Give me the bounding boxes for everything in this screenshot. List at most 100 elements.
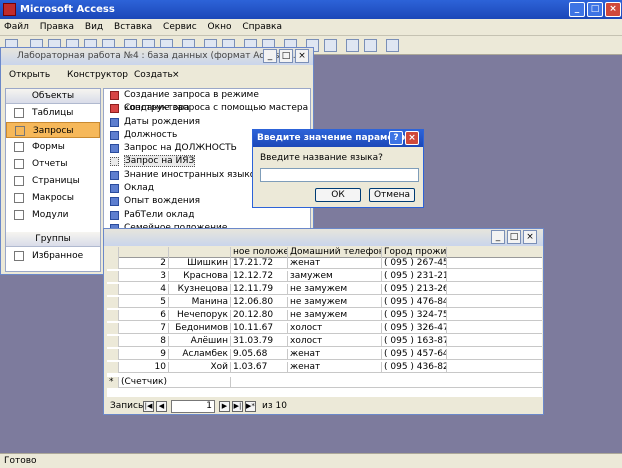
table-cell[interactable]: ( 095 ) 476-84-32 xyxy=(382,297,447,308)
table-cell[interactable]: Краснова xyxy=(169,271,231,282)
table-cell[interactable]: женат xyxy=(288,362,382,373)
row-selector[interactable] xyxy=(107,349,119,360)
table-cell[interactable]: 10.11.67 xyxy=(231,323,288,334)
minimize-button[interactable]: _ xyxy=(569,2,585,17)
last-record-button[interactable]: ▶| xyxy=(232,401,243,412)
table-cell[interactable]: холост xyxy=(288,336,382,347)
table-cell[interactable]: 20.12.80 xyxy=(231,310,288,321)
menu-window[interactable]: Окно xyxy=(204,20,236,34)
nav-queries[interactable]: Запросы xyxy=(6,122,100,138)
nav-tables[interactable]: Таблицы xyxy=(6,105,100,121)
table-cell[interactable]: 9 xyxy=(119,349,169,360)
table-cell[interactable]: 12.11.79 xyxy=(231,284,288,295)
table-cell[interactable]: 10 xyxy=(119,362,169,373)
nav-forms[interactable]: Формы xyxy=(6,139,100,155)
row-selector[interactable] xyxy=(107,362,119,373)
table-cell[interactable]: Нечепорук xyxy=(169,310,231,321)
query-item[interactable]: Даты рождения xyxy=(104,116,310,129)
table-cell[interactable]: ( 095 ) 213-26-97 xyxy=(382,284,447,295)
row-selector[interactable] xyxy=(107,323,119,334)
table-row[interactable]: 2Шишкин17.21.72женат( 095 ) 267-45-44 xyxy=(107,258,542,269)
table-row[interactable]: 4 Кузнецова 12.11.79 не замужем( 095 ) 213-… xyxy=(107,284,542,295)
table-cell[interactable]: 9.05.68 xyxy=(231,349,288,360)
table-cell[interactable]: 4 xyxy=(119,284,169,295)
row-selector[interactable] xyxy=(107,336,119,347)
menu-tools[interactable]: Сервис xyxy=(159,20,201,34)
column-header[interactable]: Город проживан xyxy=(382,247,447,258)
table-row[interactable]: 9Асламбек9.05.68женат( 095 ) 457-64-34 xyxy=(107,349,542,360)
menu-view[interactable]: Вид xyxy=(81,20,107,34)
table-row[interactable]: 6 Нечепорук 20.12.80 не замужем( 095 ) 324-… xyxy=(107,310,542,321)
close-icon[interactable]: × xyxy=(405,131,419,145)
table-cell[interactable]: 5 xyxy=(119,297,169,308)
delete-icon[interactable]: × xyxy=(172,70,180,80)
table-cell[interactable]: ( 095 ) 436-82-23 xyxy=(382,362,447,373)
table-cell[interactable]: ( 095 ) 231-21-78 xyxy=(382,271,447,282)
table-row[interactable]: 8Алёшин31.03.79холост( 095 ) 163-87-24 xyxy=(107,336,542,347)
table-cell[interactable]: ( 095 ) 324-75-62 xyxy=(382,310,447,321)
table-cell[interactable]: ( 095 ) 326-47-81 xyxy=(382,323,447,334)
table-cell[interactable]: 12.06.80 xyxy=(231,297,288,308)
table-maximize-button[interactable]: □ xyxy=(507,230,521,244)
nav-pages[interactable]: Страницы xyxy=(6,173,100,189)
table-cell[interactable]: Алёшин xyxy=(169,336,231,347)
table-cell[interactable]: Бедонимов xyxy=(169,323,231,334)
row-selector[interactable] xyxy=(107,258,119,269)
table-cell[interactable]: 2 xyxy=(119,258,169,269)
table-row[interactable]: 10Хой1.03.67женат( 095 ) 436-82-23 xyxy=(107,362,542,373)
query-item[interactable]: Создание запроса в режиме конструктора xyxy=(104,89,310,113)
database-window-icon[interactable] xyxy=(346,39,359,52)
table-cell[interactable]: не замужем xyxy=(288,284,382,295)
table-cell[interactable]: не замужем xyxy=(288,310,382,321)
record-number-input[interactable]: 1 xyxy=(171,400,215,413)
table-cell[interactable]: 6 xyxy=(119,310,169,321)
row-selector[interactable] xyxy=(107,297,119,308)
new-record-counter[interactable]: (Счетчик) xyxy=(119,377,231,388)
parameter-input[interactable] xyxy=(260,168,419,182)
nav-macros[interactable]: Макросы xyxy=(6,190,100,206)
new-record-row[interactable]: * (Счетчик) xyxy=(107,377,542,388)
column-header[interactable]: ное положение xyxy=(231,247,288,258)
new-record-button[interactable]: ▶* xyxy=(245,401,256,412)
delete-record-icon[interactable] xyxy=(324,39,337,52)
table-row[interactable]: 5Манина12.06.80не замужем( 095 ) 476-84-… xyxy=(107,297,542,308)
table-cell[interactable]: 17.21.72 xyxy=(231,258,288,269)
row-selector[interactable] xyxy=(107,284,119,295)
column-header[interactable] xyxy=(169,247,231,258)
menu-insert[interactable]: Вставка xyxy=(110,20,156,34)
table-cell[interactable]: ( 095 ) 267-45-44 xyxy=(382,258,447,269)
first-record-button[interactable]: |◀ xyxy=(143,401,154,412)
table-row[interactable]: 7Бедонимов10.11.67холост( 095 ) 326-47-8… xyxy=(107,323,542,334)
menu-edit[interactable]: Правка xyxy=(36,20,78,34)
nav-reports[interactable]: Отчеты xyxy=(6,156,100,172)
table-cell[interactable]: Шишкин xyxy=(169,258,231,269)
previous-record-button[interactable]: ◀ xyxy=(156,401,167,412)
table-cell[interactable]: не замужем xyxy=(288,297,382,308)
table-cell[interactable]: Асламбек xyxy=(169,349,231,360)
table-cell[interactable]: ( 095 ) 163-87-24 xyxy=(382,336,447,347)
db-close-button[interactable]: × xyxy=(295,49,309,63)
help-icon[interactable] xyxy=(386,39,399,52)
next-record-button[interactable]: ▶ xyxy=(219,401,230,412)
column-header[interactable] xyxy=(119,247,169,258)
open-button[interactable]: Открыть xyxy=(9,70,50,80)
table-cell[interactable]: 3 xyxy=(119,271,169,282)
cancel-button[interactable]: Отмена xyxy=(369,188,415,202)
table-cell[interactable]: Хой xyxy=(169,362,231,373)
create-button[interactable]: Создать xyxy=(134,70,173,80)
column-header[interactable] xyxy=(107,247,119,258)
table-cell[interactable]: Манина xyxy=(169,297,231,308)
table-minimize-button[interactable]: _ xyxy=(491,230,505,244)
design-button[interactable]: Конструктор xyxy=(67,70,128,80)
table-cell[interactable]: ( 095 ) 457-64-34 xyxy=(382,349,447,360)
table-row[interactable]: 3Краснова12.12.72замужем( 095 ) 231-21-7… xyxy=(107,271,542,282)
menu-help[interactable]: Справка xyxy=(238,20,286,34)
table-cell[interactable]: женат xyxy=(288,258,382,269)
table-cell[interactable]: 12.12.72 xyxy=(231,271,288,282)
help-icon[interactable]: ? xyxy=(389,131,403,145)
table-cell[interactable]: 1.03.67 xyxy=(231,362,288,373)
ok-button[interactable]: ОК xyxy=(315,188,361,202)
nav-modules[interactable]: Модули xyxy=(6,207,100,223)
table-cell[interactable]: женат xyxy=(288,349,382,360)
table-cell[interactable]: 8 xyxy=(119,336,169,347)
